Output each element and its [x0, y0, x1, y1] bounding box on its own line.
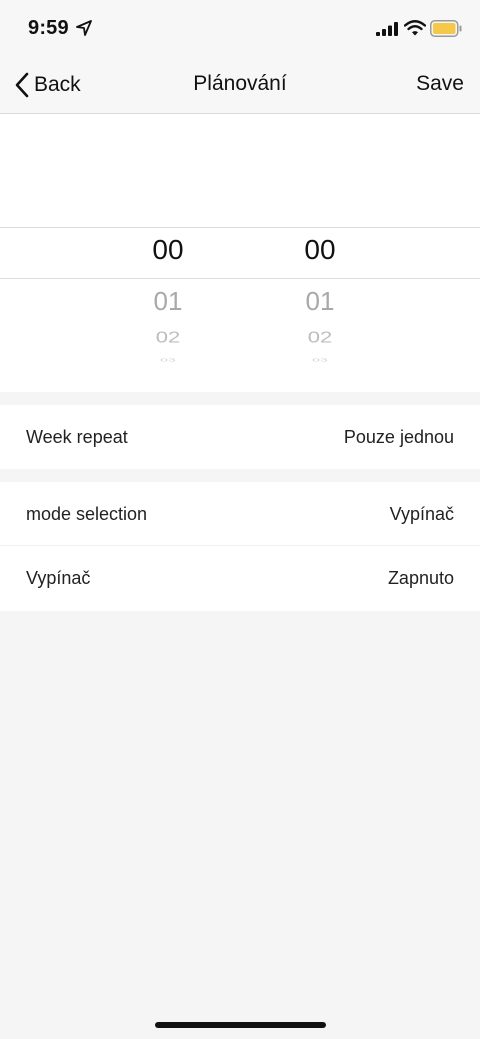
- hour-selected: 00: [152, 234, 184, 265]
- hour-option[interactable]: 02: [108, 328, 228, 347]
- minute-option[interactable]: 02: [260, 328, 380, 347]
- battery-icon: [430, 20, 462, 37]
- week-repeat-value: Pouze jednou: [343, 426, 454, 447]
- location-arrow-icon: [76, 20, 92, 36]
- mode-selection-label: mode selection: [26, 503, 148, 524]
- hour-option[interactable]: 01: [108, 286, 228, 317]
- switch-label: Vypínač: [26, 568, 91, 588]
- minute-selected: 00: [304, 234, 336, 265]
- hour-option[interactable]: 03: [108, 357, 228, 363]
- switch-value: Zapnuto: [387, 568, 454, 588]
- minute-option[interactable]: 01: [260, 286, 380, 317]
- status-bar: 9:59: [0, 0, 480, 56]
- picker-selection-top-line: [0, 227, 480, 228]
- status-time: 9:59: [28, 17, 69, 39]
- home-indicator: [155, 1022, 326, 1028]
- hour-wheel[interactable]: 00 01 02 03: [108, 114, 228, 392]
- signal-icon: [376, 22, 398, 36]
- repeat-settings-group: Week repeat Pouze jednou: [0, 405, 480, 469]
- picker-selection-bottom-line: [0, 278, 480, 279]
- week-repeat-label: Week repeat: [26, 426, 128, 447]
- mode-settings-group: mode selection Vypínač Vypínač Zapnuto: [0, 482, 480, 611]
- minute-option[interactable]: 03: [260, 357, 380, 363]
- save-button[interactable]: Save: [416, 72, 464, 96]
- mode-selection-value: Vypínač: [389, 503, 454, 524]
- mode-selection-row[interactable]: mode selection Vypínač: [0, 482, 480, 546]
- page-title: Plánování: [193, 72, 287, 95]
- time-picker[interactable]: 00 01 02 03 00 01 02 03: [0, 114, 480, 392]
- navigation-bar: Back Plánování Save: [0, 56, 480, 114]
- switch-row[interactable]: Vypínač Zapnuto: [0, 546, 480, 611]
- wifi-icon: [404, 20, 426, 36]
- minute-wheel[interactable]: 00 01 02 03: [260, 114, 380, 392]
- week-repeat-row[interactable]: Week repeat Pouze jednou: [0, 405, 480, 469]
